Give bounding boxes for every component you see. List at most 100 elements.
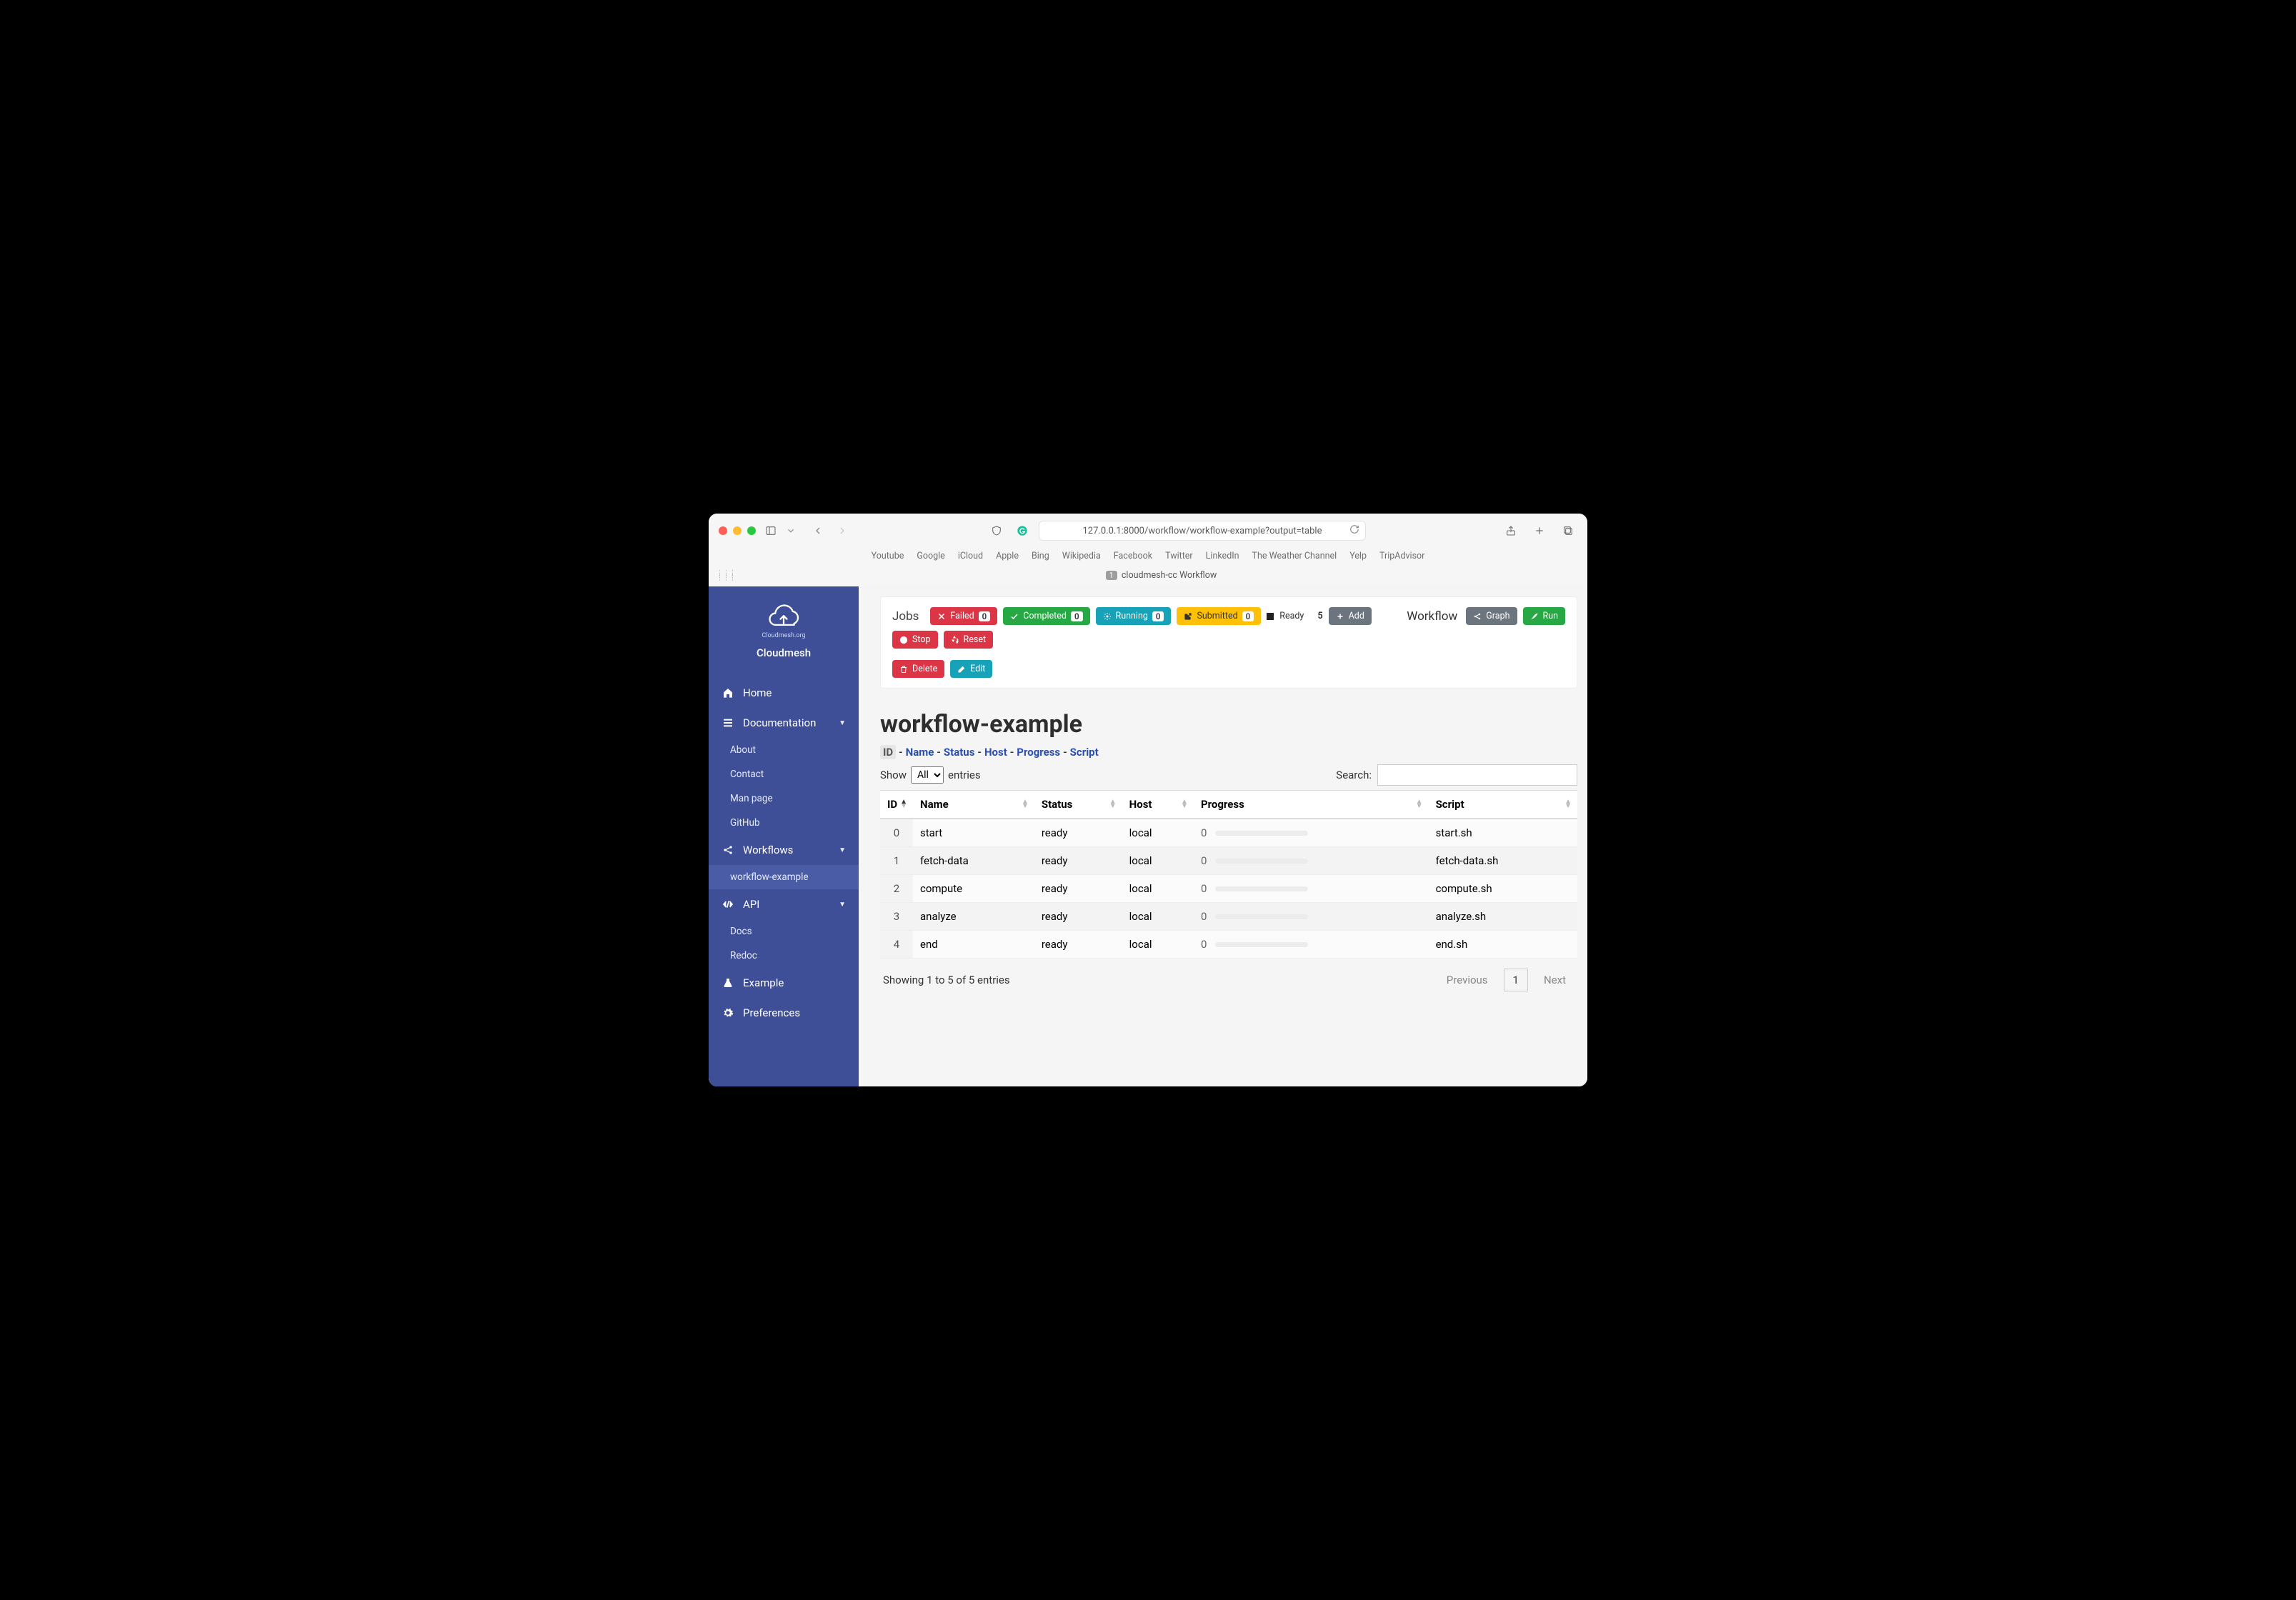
page-length-select[interactable]: All (911, 766, 944, 784)
sort-icon: ▲▼ (1181, 800, 1188, 809)
forward-button[interactable] (833, 523, 852, 539)
bookmark-link[interactable]: Apple (996, 551, 1019, 561)
nav-example[interactable]: Example (709, 968, 859, 998)
chevron-down-icon: ▼ (839, 846, 846, 854)
code-icon (722, 899, 734, 910)
failed-button[interactable]: Failed0 (930, 607, 997, 625)
cell-progress: 0 (1194, 819, 1429, 847)
bookmark-link[interactable]: Youtube (872, 551, 904, 561)
ready-status: Ready 5 (1267, 611, 1322, 621)
column-link[interactable]: ID (880, 745, 896, 759)
progress-bar (1215, 914, 1308, 919)
shield-icon[interactable] (987, 523, 1006, 539)
nav-manpage[interactable]: Man page (709, 786, 859, 811)
nav-docs[interactable]: Docs (709, 919, 859, 944)
bookmark-link[interactable]: LinkedIn (1206, 551, 1239, 561)
running-button[interactable]: Running0 (1096, 607, 1172, 625)
cell-status: ready (1034, 819, 1122, 847)
edit-icon (957, 665, 966, 674)
cell-script: end.sh (1429, 931, 1577, 959)
new-tab-icon[interactable] (1530, 523, 1549, 539)
reset-button[interactable]: Reset (944, 631, 994, 649)
cell-script: compute.sh (1429, 875, 1577, 903)
sort-icon: ▲▼ (1564, 800, 1572, 809)
column-header[interactable]: Status▲▼ (1034, 791, 1122, 819)
brand-name: Cloudmesh (709, 646, 859, 659)
sort-icon: ▲▼ (900, 800, 907, 809)
tabs-overview-icon[interactable] (1559, 523, 1577, 539)
page-1-button[interactable]: 1 (1504, 969, 1528, 991)
column-header[interactable]: Host▲▼ (1122, 791, 1194, 819)
nav-github[interactable]: GitHub (709, 811, 859, 835)
nav-about[interactable]: About (709, 738, 859, 762)
recycle-icon (951, 636, 959, 644)
nav-redoc[interactable]: Redoc (709, 944, 859, 968)
bookmark-link[interactable]: The Weather Channel (1252, 551, 1337, 561)
bookmark-link[interactable]: Yelp (1349, 551, 1367, 561)
column-link[interactable]: Status (944, 746, 975, 759)
column-link[interactable]: Name (906, 746, 934, 759)
column-header[interactable]: Progress▲▼ (1194, 791, 1429, 819)
close-window-button[interactable] (719, 526, 727, 535)
stop-button[interactable]: Stop (892, 631, 938, 649)
list-icon (722, 717, 734, 729)
delete-button[interactable]: Delete (892, 660, 944, 678)
sort-icon: ▲▼ (1109, 800, 1117, 809)
column-link[interactable]: Host (984, 746, 1007, 759)
reload-icon[interactable] (1349, 524, 1359, 537)
share-icon[interactable] (1502, 523, 1520, 539)
column-link[interactable]: Progress (1017, 746, 1060, 759)
back-button[interactable] (809, 523, 827, 539)
browser-window: 127.0.0.1:8000/workflow/workflow-example… (709, 514, 1587, 1086)
grammarly-icon[interactable] (1013, 523, 1032, 539)
chevron-down-icon[interactable] (786, 523, 796, 539)
show-label: Show (880, 769, 907, 781)
minimize-window-button[interactable] (733, 526, 742, 535)
cell-script: start.sh (1429, 819, 1577, 847)
chevron-down-icon: ▼ (839, 901, 846, 909)
workflow-table: ID▲▼Name▲▼Status▲▼Host▲▼Progress▲▼Script… (880, 790, 1577, 959)
bookmark-link[interactable]: Facebook (1114, 551, 1152, 561)
tab-grid-icon[interactable]: ⋮⋮⋮⋮⋮⋮ (716, 571, 735, 580)
browser-tab[interactable]: 1 cloudmesh-cc Workflow (1106, 570, 1217, 581)
submitted-button[interactable]: Submitted0 (1177, 607, 1261, 625)
edit-button[interactable]: Edit (950, 660, 992, 678)
search-input[interactable] (1377, 764, 1577, 786)
bookmark-link[interactable]: Bing (1032, 551, 1049, 561)
maximize-window-button[interactable] (747, 526, 756, 535)
add-button[interactable]: Add (1329, 607, 1372, 625)
address-bar[interactable]: 127.0.0.1:8000/workflow/workflow-example… (1039, 521, 1367, 541)
nav-preferences[interactable]: Preferences (709, 998, 859, 1028)
bookmark-link[interactable]: iCloud (958, 551, 983, 561)
nav-documentation[interactable]: Documentation▼ (709, 708, 859, 738)
previous-button[interactable]: Previous (1438, 969, 1497, 991)
column-header[interactable]: Name▲▼ (913, 791, 1034, 819)
progress-bar (1215, 942, 1308, 947)
cell-name: compute (913, 875, 1034, 903)
column-header[interactable]: ID▲▼ (880, 791, 913, 819)
cell-status: ready (1034, 847, 1122, 875)
bookmark-link[interactable]: Google (917, 551, 944, 561)
nav-home[interactable]: Home (709, 678, 859, 708)
table-info: Showing 1 to 5 of 5 entries (883, 974, 1010, 986)
graph-button[interactable]: Graph (1466, 607, 1517, 625)
column-link[interactable]: Script (1070, 746, 1099, 759)
nav-workflows[interactable]: Workflows▼ (709, 835, 859, 865)
sort-icon: ▲▼ (1416, 800, 1423, 809)
bookmark-link[interactable]: Twitter (1165, 551, 1193, 561)
tab-favicon-badge: 1 (1106, 571, 1117, 580)
home-icon (722, 687, 734, 699)
completed-button[interactable]: Completed0 (1003, 607, 1089, 625)
cell-script: analyze.sh (1429, 903, 1577, 931)
nav-contact[interactable]: Contact (709, 762, 859, 786)
nav-workflow-example[interactable]: workflow-example (709, 865, 859, 889)
cell-id: 1 (880, 847, 913, 875)
run-button[interactable]: Run (1523, 607, 1566, 625)
next-button[interactable]: Next (1535, 969, 1574, 991)
gear-icon (722, 1007, 734, 1019)
bookmark-link[interactable]: TripAdvisor (1379, 551, 1424, 561)
bookmark-link[interactable]: Wikipedia (1062, 551, 1101, 561)
column-header[interactable]: Script▲▼ (1429, 791, 1577, 819)
sidebar-toggle-icon[interactable] (762, 523, 780, 539)
nav-api[interactable]: API▼ (709, 889, 859, 919)
